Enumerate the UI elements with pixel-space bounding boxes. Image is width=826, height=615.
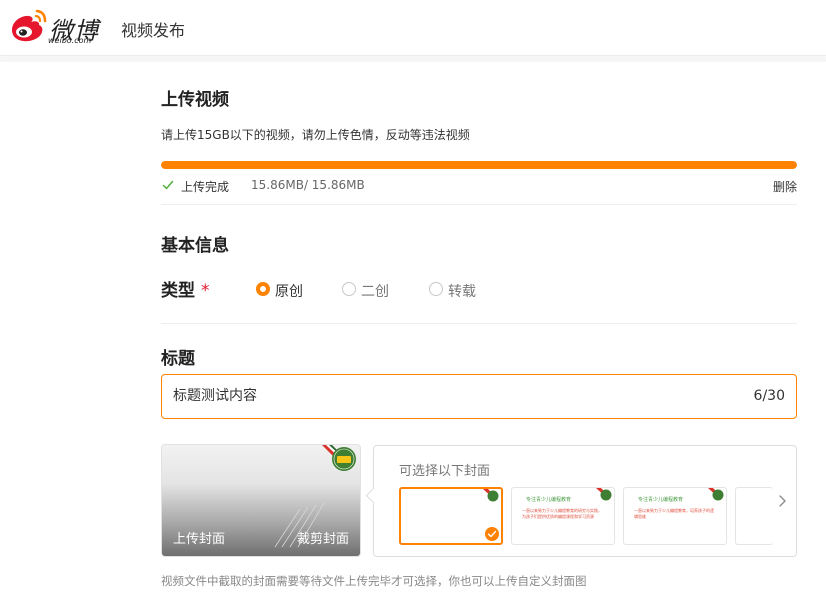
- radio-dot[interactable]: [429, 282, 443, 296]
- cover-preview: 上传封面 裁剪封面: [161, 444, 361, 557]
- type-option-label: 转载: [448, 284, 476, 300]
- thumb-heading: 专注青少儿编程教育: [638, 497, 684, 503]
- check-icon: [162, 180, 174, 190]
- cover-thumb[interactable]: [399, 487, 503, 545]
- cover-picker: 可选择以下封面 专注青少儿编程教育 一直以来致力于少儿编程教育的研究与实践，为孩…: [365, 445, 797, 557]
- cover-footnote: 视频文件中截取的封面需要等待文件上传完毕才可选择，你也可以上传自定义封面图: [161, 574, 587, 588]
- divider: [161, 204, 797, 205]
- thumb-body: 一直以来致力于少儿编程教育的研究与实践，为孩子们提供优质的编程课程和学习资源: [522, 508, 602, 519]
- title-section-title: 标题: [161, 349, 195, 369]
- type-label-text: 类型: [161, 281, 195, 301]
- upload-cover-button[interactable]: 上传封面: [173, 528, 225, 547]
- title-char-count: 6/30: [753, 388, 785, 404]
- upload-section-title: 上传视频: [161, 90, 229, 110]
- weibo-logo[interactable]: 微博 weibo.com: [8, 8, 108, 46]
- chevron-right-icon[interactable]: [776, 494, 788, 508]
- channel-badge-icon: [596, 488, 612, 501]
- cover-thumb[interactable]: 专注青少儿编程教育 一直以来致力于少儿编程教育的研究与实践，为孩子们提供优质的编…: [511, 487, 615, 545]
- type-option-label: 原创: [275, 284, 303, 300]
- upload-status-row: 上传完成 15.86MB/ 15.86MB 删除: [161, 178, 797, 196]
- title-input-box[interactable]: 6/30: [161, 374, 797, 419]
- upload-description: 请上传15GB以下的视频，请勿上传色情，反动等违法视频: [161, 128, 470, 142]
- logo-domain: weibo.com: [48, 36, 92, 45]
- basic-info-title: 基本信息: [161, 236, 229, 256]
- channel-badge-icon: [322, 445, 356, 471]
- type-label: 类型 *: [161, 276, 210, 301]
- channel-badge-icon: [708, 488, 724, 501]
- divider: [161, 323, 797, 324]
- upload-progress-fill: [161, 161, 797, 169]
- required-star: *: [201, 281, 210, 301]
- page-title: 视频发布: [121, 21, 186, 40]
- type-option-label: 二创: [361, 284, 389, 300]
- radio-dot[interactable]: [256, 282, 270, 296]
- delete-video-button[interactable]: 删除: [773, 178, 797, 195]
- channel-badge-icon: [483, 489, 499, 502]
- upload-status-text: 上传完成: [181, 180, 230, 194]
- crop-cover-button[interactable]: 裁剪封面: [297, 528, 349, 547]
- header-shadow-strip: [0, 57, 826, 62]
- title-input[interactable]: [173, 387, 733, 403]
- cover-thumb[interactable]: 专注青少儿编程教育 一直以来致力于少儿编程教育，培养孩子的逻辑思维: [623, 487, 727, 545]
- upload-progress-bar: [161, 161, 797, 169]
- cover-picker-hint: 可选择以下封面: [399, 464, 491, 479]
- weibo-eye-icon: [12, 9, 47, 42]
- upload-size-text: 15.86MB/ 15.86MB: [251, 178, 365, 192]
- top-bar: 微博 weibo.com 视频发布: [0, 0, 826, 56]
- thumb-heading: 专注青少儿编程教育: [526, 497, 572, 503]
- thumb-body: 一直以来致力于少儿编程教育，培养孩子的逻辑思维: [634, 508, 714, 519]
- picker-pointer: [365, 487, 382, 504]
- cover-thumb-partial[interactable]: [735, 487, 773, 545]
- check-circle-icon: [485, 527, 499, 541]
- radio-dot[interactable]: [342, 282, 356, 296]
